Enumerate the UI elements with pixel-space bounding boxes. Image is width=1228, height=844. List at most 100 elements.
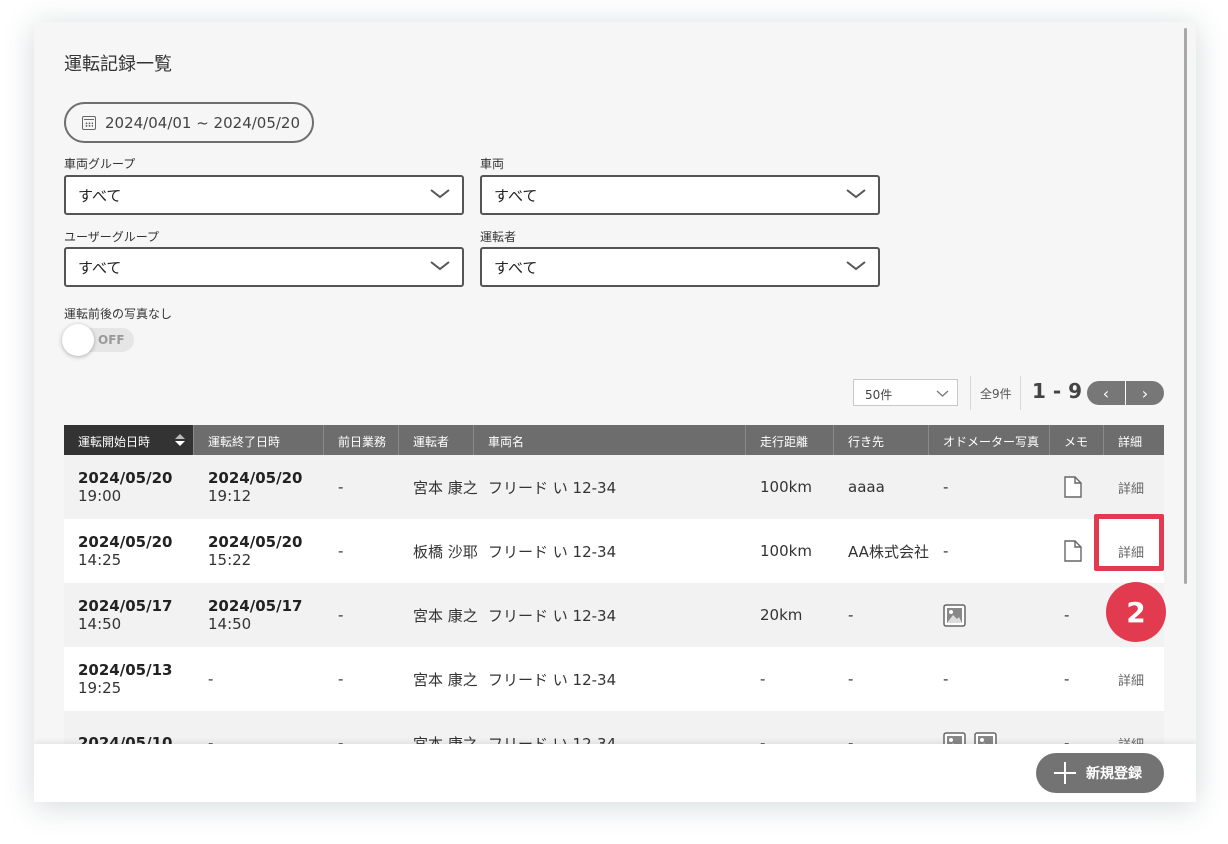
toggle-state: OFF xyxy=(98,333,125,347)
document-icon[interactable] xyxy=(1064,540,1082,562)
column-header-distance: 走行距離 xyxy=(746,425,834,455)
start-time: 19:25 xyxy=(78,679,122,697)
column-header-vehicle: 車両名 xyxy=(474,425,746,455)
start-cell: 2024/05/20 19:00 xyxy=(64,455,194,519)
end-cell: 2024/05/17 14:50 xyxy=(194,583,324,647)
per-page-value: 50件 xyxy=(865,388,893,402)
divider xyxy=(970,376,971,410)
odometer-cell: - xyxy=(943,478,949,496)
distance-cell: 100km xyxy=(760,478,812,496)
no-photo-toggle[interactable]: OFF xyxy=(62,324,134,356)
vehicle-group-select[interactable]: すべて xyxy=(64,175,464,215)
driver-cell: 板橋 沙耶 xyxy=(413,542,478,561)
table-row[interactable]: 2024/05/13 19:25 - - 宮本 康之 フリード い 12-34 -… xyxy=(64,647,1164,711)
step-badge: 2 xyxy=(1106,582,1166,642)
column-header-label: 行き先 xyxy=(848,435,885,449)
memo-cell: - xyxy=(1064,670,1070,688)
detail-link[interactable]: 詳細 xyxy=(1118,670,1164,689)
start-date: 2024/05/13 xyxy=(78,661,173,679)
scrollbar[interactable] xyxy=(1184,28,1187,584)
new-registration-label: 新規登録 xyxy=(1086,766,1142,782)
no-photo-toggle-label: 運転前後の写真なし xyxy=(64,307,173,321)
column-header-start[interactable]: 運転開始日時 xyxy=(64,425,194,455)
photo-icon[interactable] xyxy=(943,603,966,627)
vehicle-select[interactable]: すべて xyxy=(480,175,880,215)
vehicle-label: 車両 xyxy=(480,157,505,171)
distance-cell: 20km xyxy=(760,606,803,624)
pager: ‹ › xyxy=(1087,381,1164,405)
column-header-prev-work: 前日業務 xyxy=(324,425,399,455)
app-window: 運転記録一覧 2024/04/01 ~ 2024/05/20 車両グループ すべ… xyxy=(34,22,1196,802)
destination-cell: - xyxy=(848,606,854,624)
divider xyxy=(1020,376,1021,410)
toggle-knob xyxy=(62,324,94,356)
start-date: 2024/05/20 xyxy=(78,533,173,551)
vehicle-group-label: 車両グループ xyxy=(64,157,136,171)
distance-cell: 100km xyxy=(760,542,812,560)
detail-cell: 詳細 xyxy=(1104,647,1164,711)
prev-work-cell: - xyxy=(338,670,344,688)
column-header-destination: 行き先 xyxy=(834,425,929,455)
end-cell: - xyxy=(208,670,214,688)
next-page-button[interactable]: › xyxy=(1126,381,1164,405)
table-row[interactable]: 2024/05/20 19:00 2024/05/20 19:12 - 宮本 康之 … xyxy=(64,455,1164,519)
start-cell: 2024/05/13 19:25 xyxy=(64,647,194,711)
driver-cell: 宮本 康之 xyxy=(413,478,478,497)
table-header: 運転開始日時 運転終了日時 前日業務 運転者 車両名 走行距離 行き先 オドメー… xyxy=(64,425,1164,455)
prev-work-cell: - xyxy=(338,478,344,496)
highlight-box xyxy=(1094,514,1164,571)
footer-bar: 新規登録 xyxy=(34,744,1196,802)
prev-work-cell: - xyxy=(338,542,344,560)
destination-cell: aaaa xyxy=(848,478,885,496)
vehicle-cell: フリード い 12-34 xyxy=(488,478,617,497)
table-row[interactable]: 2024/05/20 14:25 2024/05/20 15:22 - 板橋 沙耶 … xyxy=(64,519,1164,583)
driver-cell: 宮本 康之 xyxy=(413,670,478,689)
document-icon[interactable] xyxy=(1064,476,1082,498)
plus-icon xyxy=(1054,762,1076,784)
start-date: 2024/05/20 xyxy=(78,469,173,487)
odometer-cell xyxy=(929,583,1050,647)
column-header-detail: 詳細 xyxy=(1104,425,1164,455)
per-page-select[interactable]: 50件 xyxy=(853,379,958,406)
end-time: 19:12 xyxy=(208,487,252,505)
prev-page-button[interactable]: ‹ xyxy=(1087,381,1126,405)
user-group-select[interactable]: すべて xyxy=(64,247,464,287)
end-date: 2024/05/17 xyxy=(208,597,303,615)
user-group-label: ユーザーグループ xyxy=(64,230,160,244)
vehicle-value: すべて xyxy=(494,186,538,205)
destination-cell: - xyxy=(848,670,854,688)
driver-select[interactable]: すべて xyxy=(480,247,880,287)
start-cell: 2024/05/20 14:25 xyxy=(64,519,194,583)
destination-cell: AA株式会社 xyxy=(848,542,929,561)
driver-value: すべて xyxy=(494,258,538,277)
start-time: 19:00 xyxy=(78,487,122,505)
column-header-label: 走行距離 xyxy=(760,435,809,449)
table-row[interactable]: 2024/05/17 14:50 2024/05/17 14:50 - 宮本 康之 … xyxy=(64,583,1164,647)
column-header-end[interactable]: 運転終了日時 xyxy=(194,425,324,455)
column-header-label: 運転者 xyxy=(413,435,450,449)
sort-icon xyxy=(175,434,185,446)
start-date: 2024/05/17 xyxy=(78,597,173,615)
column-header-label: 前日業務 xyxy=(338,435,387,449)
end-date: 2024/05/20 xyxy=(208,469,303,487)
distance-cell: - xyxy=(760,670,766,688)
date-range-text: 2024/04/01 ~ 2024/05/20 xyxy=(105,113,301,132)
memo-cell xyxy=(1050,455,1104,519)
start-cell: 2024/05/17 14:50 xyxy=(64,583,194,647)
vehicle-cell: フリード い 12-34 xyxy=(488,670,617,689)
start-time: 14:25 xyxy=(78,551,122,569)
end-time: 15:22 xyxy=(208,551,252,569)
odometer-cell: - xyxy=(943,542,949,560)
column-header-driver: 運転者 xyxy=(399,425,474,455)
detail-link[interactable]: 詳細 xyxy=(1118,478,1164,497)
driving-records-table: 運転開始日時 運転終了日時 前日業務 運転者 車両名 走行距離 行き先 オドメー… xyxy=(64,425,1164,775)
date-range-picker[interactable]: 2024/04/01 ~ 2024/05/20 xyxy=(64,102,314,143)
column-header-memo: メモ xyxy=(1050,425,1104,455)
end-cell: 2024/05/20 19:12 xyxy=(194,455,324,519)
end-cell: 2024/05/20 15:22 xyxy=(194,519,324,583)
prev-work-cell: - xyxy=(338,606,344,624)
start-time: 14:50 xyxy=(78,615,122,633)
vehicle-cell: フリード い 12-34 xyxy=(488,606,617,625)
column-header-label: 詳細 xyxy=(1118,435,1143,449)
new-registration-button[interactable]: 新規登録 xyxy=(1036,753,1164,793)
